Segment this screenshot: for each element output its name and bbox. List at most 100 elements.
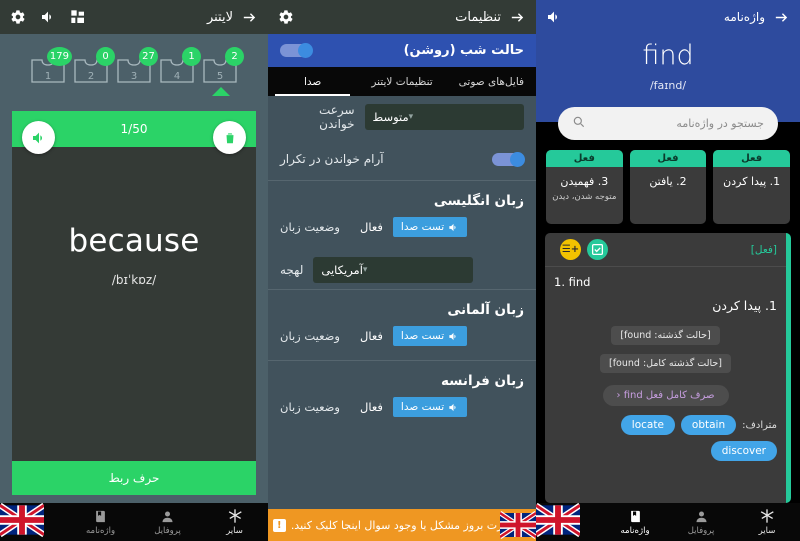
- leitner-box[interactable]: 1 4: [159, 47, 201, 84]
- status-value: فعال: [360, 400, 383, 414]
- chevron-down-icon: ▾: [408, 112, 414, 122]
- setting-slow-repeat[interactable]: آرام خواندن در تکرار: [268, 138, 536, 180]
- search-input[interactable]: جستجو در واژه‌نامه: [558, 107, 778, 140]
- night-mode-label: حالت شب (روشن): [403, 43, 524, 58]
- meaning-card[interactable]: فعل 2. یافتن: [629, 150, 707, 224]
- test-button-label: تست صدا: [400, 401, 445, 413]
- support-banner[interactable]: در صورت بروز مشکل یا وجود سوال اینجا کلی…: [268, 509, 536, 541]
- flashcard-body[interactable]: because /bɪˈkɒz/: [12, 147, 256, 461]
- leitner-box-badge: 27: [139, 47, 158, 66]
- nav-label: سایر: [758, 526, 776, 536]
- nav-item-profile[interactable]: پروفایل: [668, 503, 734, 541]
- card-speaker-button[interactable]: [22, 121, 55, 154]
- nav-item-other[interactable]: سایر: [201, 503, 268, 541]
- test-button-label: تست صدا: [400, 221, 445, 233]
- french-status-row: وضعیت زبان فعال تست صدا: [268, 393, 536, 431]
- accent-select[interactable]: آمریکایی ▾: [313, 257, 474, 283]
- arrow-right-icon[interactable]: [241, 9, 258, 26]
- panel-leitner: لایتنر 179 1 0 2 27 3 1 4 2 5 1/50 becau…: [0, 0, 268, 541]
- entry-detail-header: [فعل] ☰+: [545, 233, 786, 267]
- slow-repeat-toggle[interactable]: [492, 151, 525, 167]
- meaning-card[interactable]: فعل 1. پیدا کردن: [713, 150, 790, 224]
- english-test-sound-button[interactable]: تست صدا: [392, 217, 468, 237]
- gear-icon[interactable]: [10, 9, 26, 25]
- leitner-box-number: 1: [44, 71, 52, 82]
- reading-speed-select[interactable]: متوسط ▾: [364, 104, 524, 130]
- apps-grid-icon[interactable]: [70, 9, 86, 25]
- setting-accent[interactable]: لهجه آمریکایی ▾: [268, 251, 536, 289]
- synonym-chip[interactable]: discover: [710, 441, 777, 461]
- meaning-card[interactable]: فعل 3. فهمیدن متوجه شدن، دیدن: [545, 150, 623, 224]
- tab-leitner-settings[interactable]: تنظیمات لایتنر: [357, 67, 446, 96]
- nav-label: واژه‌نامه: [620, 525, 650, 536]
- volume-icon[interactable]: [546, 9, 562, 25]
- warning-icon: !: [272, 518, 286, 532]
- settings-topbar: تنظیمات: [268, 0, 536, 34]
- page-title: لایتنر: [206, 9, 233, 25]
- leitner-box-icon[interactable]: [587, 239, 608, 260]
- leitner-box[interactable]: 179 1: [30, 47, 72, 84]
- card-delete-button[interactable]: [213, 121, 246, 154]
- test-button-label: تست صدا: [400, 330, 445, 342]
- leitner-box-number: 4: [173, 71, 181, 82]
- bottom-nav: خانه واژه‌نامه پروفایل سایر: [0, 502, 268, 541]
- english-status-row: وضعیت زبان فعال تست صدا: [268, 213, 536, 251]
- tab-sound[interactable]: صدا: [268, 67, 357, 96]
- german-test-sound-button[interactable]: تست صدا: [392, 326, 468, 346]
- setting-reading-speed[interactable]: سرعت خواندن متوسط ▾: [268, 96, 536, 138]
- nav-item-dictionary[interactable]: واژه‌نامه: [67, 503, 134, 541]
- triangle-up-icon: [212, 87, 230, 96]
- add-to-list-icon[interactable]: ☰+: [560, 239, 581, 260]
- tab-audio-files[interactable]: فایل‌های صوتی: [447, 67, 536, 96]
- synonym-chip[interactable]: obtain: [680, 415, 737, 435]
- setting-label: آرام خواندن در تکرار: [280, 152, 384, 166]
- section-title-german: زبان آلمانی: [447, 302, 524, 318]
- settings-tabs: فایل‌های صوتی تنظیمات لایتنر صدا: [268, 67, 536, 96]
- arrow-right-icon[interactable]: [773, 9, 790, 26]
- settings-list[interactable]: سرعت خواندن متوسط ▾ آرام خواندن در تکرار…: [268, 96, 536, 509]
- gear-icon[interactable]: [278, 9, 294, 25]
- leitner-box[interactable]: 27 3: [116, 47, 158, 84]
- select-value: آمریکایی: [321, 263, 363, 277]
- uk-flag-icon: [500, 505, 536, 541]
- french-test-sound-button[interactable]: تست صدا: [392, 397, 468, 417]
- nav-item-profile[interactable]: پروفایل: [134, 503, 201, 541]
- nav-label: پروفایل: [154, 525, 181, 536]
- card-part-of-speech[interactable]: حرف ربط: [12, 461, 256, 495]
- status-label: وضعیت زبان: [280, 400, 340, 414]
- volume-icon: [449, 403, 456, 411]
- verb-form-past-participle: [حالت گذشته کامل: found]: [599, 354, 732, 373]
- volume-icon[interactable]: [40, 9, 56, 25]
- headword: find: [642, 40, 694, 71]
- nav-item-dictionary[interactable]: واژه‌نامه: [602, 503, 668, 541]
- entry-detail-body: 1. find 1. پیدا کردن [حالت گذشته: found]…: [545, 267, 786, 469]
- night-mode-row[interactable]: حالت شب (روشن): [268, 34, 536, 67]
- card-pos: فعل: [545, 150, 623, 167]
- synonym-chip[interactable]: locate: [620, 415, 675, 435]
- status-label: وضعیت زبان: [280, 329, 340, 343]
- card-meaning: 3. فهمیدن: [560, 175, 609, 188]
- flashcard-header: 1/50: [12, 111, 256, 154]
- setting-label: سرعت خواندن: [318, 103, 355, 131]
- night-mode-toggle[interactable]: [280, 43, 313, 58]
- card-phonetic: /bɪˈkɒz/: [111, 273, 157, 287]
- leitner-box[interactable]: 0 2: [73, 47, 115, 84]
- arrow-right-icon[interactable]: [509, 9, 526, 26]
- book-icon: [630, 510, 640, 522]
- leitner-box-badge: 179: [46, 47, 72, 66]
- card-meaning: 2. یافتن: [649, 175, 687, 188]
- card-meaning: 1. پیدا کردن: [723, 175, 781, 188]
- card-pos: فعل: [713, 150, 790, 167]
- screenshot-root: لایتنر 179 1 0 2 27 3 1 4 2 5 1/50 becau…: [0, 0, 800, 541]
- entry-detail-card: [فعل] ☰+ 1. find 1. پیدا کردن [حالت گذشت…: [545, 233, 791, 503]
- section-title-english: زبان انگلیسی: [433, 193, 524, 209]
- card-pos: فعل: [629, 150, 707, 167]
- full-conjugation-link[interactable]: صرف کامل فعل find ‹: [602, 385, 729, 406]
- verb-form-past: [حالت گذشته: found]: [611, 326, 720, 345]
- nav-item-other[interactable]: سایر: [734, 503, 800, 541]
- banner-text: در صورت بروز مشکل یا وجود سوال اینجا کلی…: [290, 518, 532, 532]
- bottom-nav: خانه واژه‌نامه پروفایل سایر: [536, 502, 800, 541]
- flashcard: 1/50 because /bɪˈkɒz/ حرف ربط: [12, 111, 256, 495]
- uk-flag-icon: [0, 499, 44, 541]
- leitner-box-active[interactable]: 2 5: [202, 47, 244, 84]
